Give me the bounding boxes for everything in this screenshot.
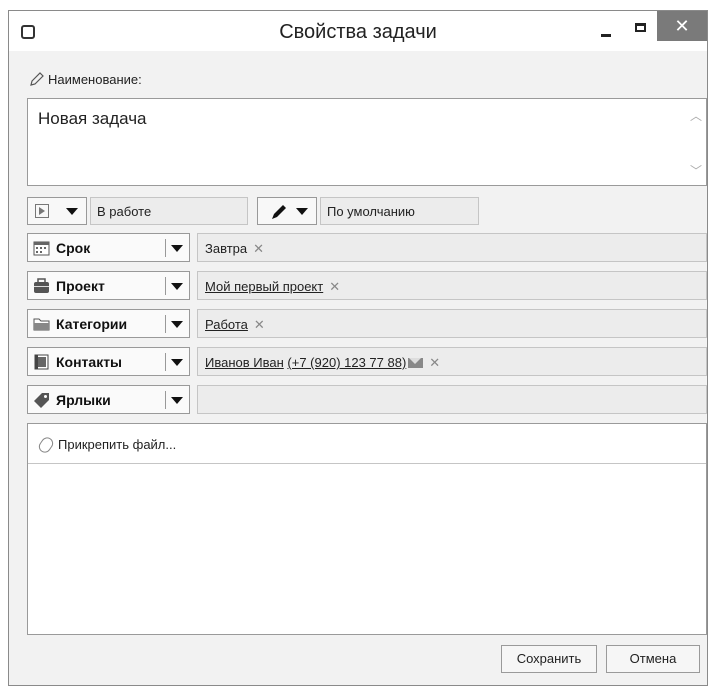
scroll-up-icon[interactable]: ︿ (690, 107, 702, 124)
chevron-down-icon[interactable] (171, 359, 183, 366)
briefcase-icon (34, 278, 49, 293)
chevron-down-icon[interactable] (171, 283, 183, 290)
divider (165, 239, 166, 257)
close-button[interactable]: ✕ (657, 11, 707, 41)
tags-label: Ярлыки (56, 392, 111, 408)
play-icon (35, 204, 49, 218)
attach-file-label: Прикрепить файл... (58, 437, 177, 452)
maximize-button[interactable] (629, 17, 655, 43)
name-label: Наименование: (48, 72, 142, 87)
project-row: Проект Мой первый проект ✕ (27, 271, 707, 300)
tags-row: Ярлыки (27, 385, 707, 414)
deadline-row: Срок Завтра ✕ (27, 233, 707, 262)
task-name-value: Новая задача (38, 109, 147, 128)
chevron-down-icon[interactable] (171, 245, 183, 252)
contact-name-link[interactable]: Иванов Иван (205, 355, 284, 370)
task-name-input[interactable]: Новая задача ︿ ﹀ (27, 98, 707, 186)
minimize-button[interactable] (595, 17, 621, 43)
save-button[interactable]: Сохранить (501, 645, 597, 673)
chevron-down-icon (66, 208, 78, 215)
contact-phone-link[interactable]: (+7 (920) 123 77 88) (287, 355, 406, 370)
name-label-row: Наименование: (29, 71, 142, 87)
tag-icon (34, 393, 49, 408)
attach-file-link[interactable]: Прикрепить файл... (36, 435, 177, 455)
project-label: Проект (56, 278, 105, 294)
remove-contact-icon[interactable]: ✕ (429, 355, 440, 370)
categories-label: Категории (56, 316, 128, 332)
remove-category-icon[interactable]: ✕ (254, 317, 265, 332)
deadline-label: Срок (56, 240, 91, 256)
deadline-field: Завтра ✕ (197, 233, 707, 262)
pencil-icon (30, 72, 44, 86)
title-bar[interactable]: Свойства задачи ✕ (9, 11, 707, 51)
deadline-value[interactable]: Завтра (205, 241, 247, 256)
divider (165, 391, 166, 409)
attachments-panel[interactable]: Прикрепить файл... (27, 423, 707, 635)
chevron-down-icon (296, 208, 308, 215)
tags-button[interactable]: Ярлыки (27, 385, 190, 414)
chevron-down-icon[interactable] (171, 321, 183, 328)
pen-icon (272, 205, 286, 219)
folder-icon (33, 318, 50, 331)
divider (165, 315, 166, 333)
priority-dropdown-button[interactable] (257, 197, 317, 225)
address-book-icon (34, 354, 49, 370)
contacts-button[interactable]: Контакты (27, 347, 190, 376)
tags-field[interactable] (197, 385, 707, 414)
contacts-field: Иванов Иван (+7 (920) 123 77 88) ✕ (197, 347, 707, 376)
divider (165, 277, 166, 295)
category-link[interactable]: Работа (205, 317, 248, 332)
categories-field: Работа ✕ (197, 309, 707, 338)
calendar-icon (33, 241, 50, 256)
deadline-button[interactable]: Срок (27, 233, 190, 262)
divider (165, 353, 166, 371)
attach-file-bar[interactable]: Прикрепить файл... (28, 424, 706, 464)
priority-value: По умолчанию (320, 197, 479, 225)
categories-button[interactable]: Категории (27, 309, 190, 338)
cancel-button[interactable]: Отмена (606, 645, 700, 673)
project-link[interactable]: Мой первый проект (205, 279, 323, 294)
status-dropdown-button[interactable] (27, 197, 87, 225)
paperclip-icon (36, 435, 56, 455)
chevron-down-icon[interactable] (171, 397, 183, 404)
status-value: В работе (90, 197, 248, 225)
remove-deadline-icon[interactable]: ✕ (253, 241, 264, 256)
project-field: Мой первый проект ✕ (197, 271, 707, 300)
email-icon[interactable] (408, 358, 424, 368)
contacts-label: Контакты (56, 354, 123, 370)
remove-project-icon[interactable]: ✕ (329, 279, 340, 294)
contacts-row: Контакты Иванов Иван (+7 (920) 123 77 88… (27, 347, 707, 376)
project-button[interactable]: Проект (27, 271, 190, 300)
task-properties-window: Свойства задачи ✕ Наименование: Новая за… (8, 10, 708, 686)
categories-row: Категории Работа ✕ (27, 309, 707, 338)
scroll-down-icon[interactable]: ﹀ (690, 162, 702, 179)
